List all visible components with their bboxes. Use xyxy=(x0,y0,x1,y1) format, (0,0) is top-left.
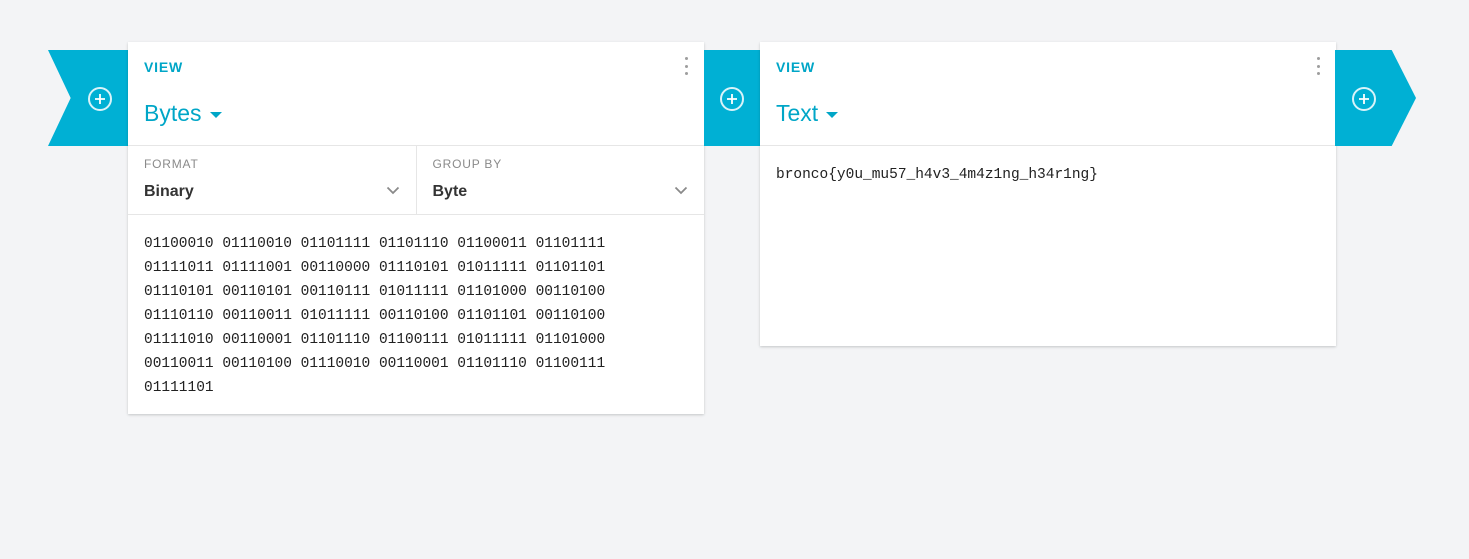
chevron-down-icon xyxy=(386,186,400,195)
text-view-card: VIEW Text bronco{y0u_mu57_h4v3_4m4z1ng_h… xyxy=(760,42,1336,346)
bytes-view-card: VIEW Bytes FORMAT Binary GROUP BY Byte 0… xyxy=(128,42,704,414)
view-label: VIEW xyxy=(776,59,815,75)
card-header: VIEW Bytes xyxy=(128,42,704,146)
caret-down-icon xyxy=(209,111,222,118)
format-value: Binary xyxy=(144,183,194,200)
view-type-dropdown[interactable]: Text xyxy=(776,100,839,127)
plus-circle-icon[interactable] xyxy=(88,87,112,111)
bytes-content: 01100010 01110010 01101111 01101110 0110… xyxy=(144,236,606,396)
text-content: bronco{y0u_mu57_h4v3_4m4z1ng_h34r1ng} xyxy=(776,167,1098,183)
chevron-down-icon xyxy=(674,186,688,195)
plus-circle-icon[interactable] xyxy=(720,87,744,111)
plus-circle-icon[interactable] xyxy=(1352,87,1376,111)
caret-down-icon xyxy=(826,111,839,118)
group-by-label: GROUP BY xyxy=(432,157,503,171)
left-connector xyxy=(48,50,129,146)
view-type-dropdown[interactable]: Bytes xyxy=(144,100,222,127)
middle-connector xyxy=(704,50,761,146)
group-by-select[interactable]: GROUP BY Byte xyxy=(415,146,705,214)
more-options-icon[interactable] xyxy=(680,57,692,75)
group-by-value: Byte xyxy=(432,183,468,200)
format-select[interactable]: FORMAT Binary xyxy=(128,146,416,214)
card-header: VIEW Text xyxy=(760,42,1336,146)
view-options: FORMAT Binary GROUP BY Byte xyxy=(128,146,704,215)
more-options-icon[interactable] xyxy=(1312,57,1324,75)
format-label: FORMAT xyxy=(144,157,199,171)
right-connector xyxy=(1335,50,1416,146)
view-type-label: Text xyxy=(776,100,819,126)
view-type-label: Bytes xyxy=(144,100,202,126)
view-label: VIEW xyxy=(144,59,183,75)
